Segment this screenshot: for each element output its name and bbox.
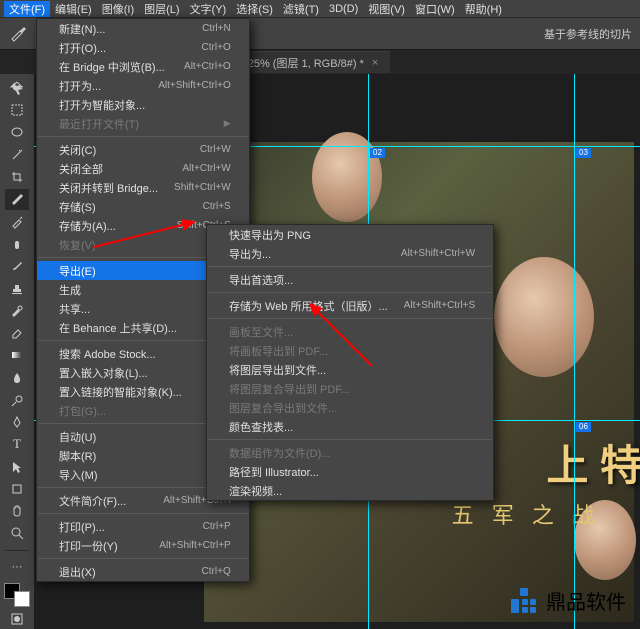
zoom-tool[interactable] <box>5 523 29 543</box>
menuitem-quick-png[interactable]: 快速导出为 PNG <box>207 225 493 244</box>
quickmask-icon[interactable] <box>5 609 29 629</box>
dodge-tool[interactable] <box>5 390 29 410</box>
menuitem-close[interactable]: 关闭(C)Ctrl+W <box>37 140 249 159</box>
menuitem-open[interactable]: 打开(O)...Ctrl+O <box>37 38 249 57</box>
menuitem-open-as[interactable]: 打开为...Alt+Shift+Ctrl+O <box>37 76 249 95</box>
type-tool[interactable]: T <box>5 434 29 454</box>
menuitem-artboard-pdf[interactable]: 将画板导出到 PDF... <box>207 341 493 360</box>
marquee-tool[interactable] <box>5 100 29 120</box>
menu-window[interactable]: 窗口(W) <box>410 1 460 17</box>
watermark-logo-icon <box>510 587 538 615</box>
menuitem-layers-file[interactable]: 将图层导出到文件... <box>207 360 493 379</box>
tools-panel: T ··· <box>0 74 34 629</box>
guide-slice-button[interactable]: 基于参考线的切片 <box>544 26 632 42</box>
menu-view[interactable]: 视图(V) <box>363 1 410 17</box>
menuitem-open-smart[interactable]: 打开为智能对象... <box>37 95 249 114</box>
menuitem-new[interactable]: 新建(N)...Ctrl+N <box>37 19 249 38</box>
brush-tool[interactable] <box>5 256 29 276</box>
menuitem-exit[interactable]: 退出(X)Ctrl+Q <box>37 562 249 581</box>
stamp-tool[interactable] <box>5 278 29 298</box>
path-select-tool[interactable] <box>5 457 29 477</box>
slice-badge-03: 03 <box>576 148 591 158</box>
eyedropper-tool[interactable] <box>5 212 29 232</box>
history-brush-tool[interactable] <box>5 301 29 321</box>
menuitem-close-all[interactable]: 关闭全部Alt+Ctrl+W <box>37 159 249 178</box>
menuitem-layercomp-file[interactable]: 图层复合导出到文件... <box>207 398 493 417</box>
menu-layer[interactable]: 图层(L) <box>139 1 184 17</box>
menu-file[interactable]: 文件(F) <box>4 1 50 17</box>
menuitem-export-as[interactable]: 导出为...Alt+Shift+Ctrl+W <box>207 244 493 263</box>
menuitem-color-lookup[interactable]: 颜色查找表... <box>207 417 493 436</box>
menu-help[interactable]: 帮助(H) <box>460 1 507 17</box>
hand-tool[interactable] <box>5 501 29 521</box>
blur-tool[interactable] <box>5 367 29 387</box>
magic-wand-tool[interactable] <box>5 145 29 165</box>
menu-image[interactable]: 图像(I) <box>97 1 139 17</box>
menuitem-illustrator[interactable]: 路径到 Illustrator... <box>207 462 493 481</box>
menuitem-render-video[interactable]: 渲染视频... <box>207 481 493 500</box>
slice-badge-02: 02 <box>370 148 385 158</box>
slice-tool-icon[interactable] <box>8 23 30 45</box>
poster-subtitle: 五 军 之 战 <box>452 498 600 530</box>
menu-filter[interactable]: 滤镜(T) <box>278 1 324 17</box>
menubar: 文件(F) 编辑(E) 图像(I) 图层(L) 文字(Y) 选择(S) 滤镜(T… <box>0 0 640 18</box>
slice-tool[interactable] <box>5 189 29 209</box>
poster-title: 上 特 <box>546 432 640 493</box>
menu-edit[interactable]: 编辑(E) <box>50 1 97 17</box>
menuitem-save[interactable]: 存储(S)Ctrl+S <box>37 197 249 216</box>
gradient-tool[interactable] <box>5 345 29 365</box>
color-swatches[interactable] <box>4 583 30 607</box>
menuitem-recent[interactable]: 最近打开文件(T)▶ <box>37 114 249 133</box>
menuitem-print-one[interactable]: 打印一份(Y)Alt+Shift+Ctrl+P <box>37 536 249 555</box>
pen-tool[interactable] <box>5 412 29 432</box>
close-icon[interactable]: × <box>372 57 378 69</box>
menuitem-close-bridge[interactable]: 关闭并转到 Bridge...Shift+Ctrl+W <box>37 178 249 197</box>
menuitem-save-for-web[interactable]: 存储为 Web 所用格式（旧版）...Alt+Shift+Ctrl+S <box>207 296 493 315</box>
crop-tool[interactable] <box>5 167 29 187</box>
edit-toolbar-icon[interactable]: ··· <box>5 557 29 577</box>
export-submenu: 快速导出为 PNG 导出为...Alt+Shift+Ctrl+W 导出首选项..… <box>206 224 494 501</box>
menuitem-print[interactable]: 打印(P)...Ctrl+P <box>37 517 249 536</box>
menuitem-open-bridge[interactable]: 在 Bridge 中浏览(B)...Alt+Ctrl+O <box>37 57 249 76</box>
menuitem-export-prefs[interactable]: 导出首选项... <box>207 270 493 289</box>
slice-badge-06: 06 <box>576 422 591 432</box>
menuitem-artboard-file[interactable]: 画板至文件... <box>207 322 493 341</box>
healing-tool[interactable] <box>5 234 29 254</box>
shape-tool[interactable] <box>5 479 29 499</box>
lasso-tool[interactable] <box>5 123 29 143</box>
eraser-tool[interactable] <box>5 323 29 343</box>
watermark-text: 鼎品软件 <box>546 586 626 615</box>
menu-select[interactable]: 选择(S) <box>231 1 278 17</box>
move-tool[interactable] <box>5 78 29 98</box>
menuitem-datasets[interactable]: 数据组作为文件(D)... <box>207 443 493 462</box>
watermark: 鼎品软件 <box>510 586 626 615</box>
menuitem-layercomp-pdf[interactable]: 将图层复合导出到 PDF... <box>207 379 493 398</box>
menu-type[interactable]: 文字(Y) <box>185 1 232 17</box>
menu-3d[interactable]: 3D(D) <box>324 3 363 15</box>
